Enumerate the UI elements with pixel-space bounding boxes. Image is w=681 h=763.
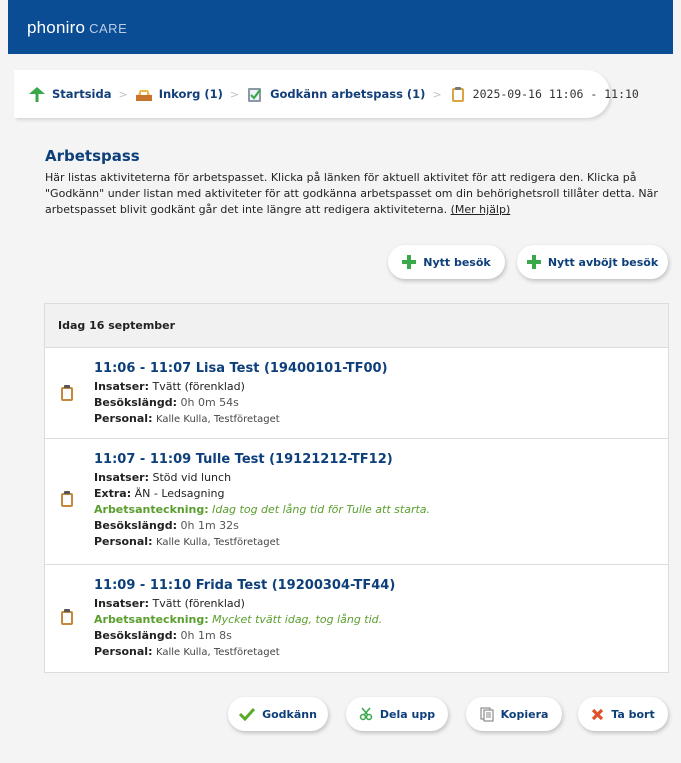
note-label: Arbetsanteckning: xyxy=(94,503,209,516)
length-value: 0h 0m 54s xyxy=(180,396,239,409)
personal-label: Personal: xyxy=(94,535,153,548)
brand-logo[interactable]: phoniro CARE xyxy=(27,18,127,38)
insatser-value: Tvätt (förenklad) xyxy=(152,597,245,610)
breadcrumb-label: Startsida xyxy=(52,87,112,101)
personal-label: Personal: xyxy=(94,412,153,425)
plus-icon xyxy=(402,255,417,269)
insatser-row: Insatser: Tvätt (förenklad) xyxy=(94,596,668,612)
activity-item: 11:06 - 11:07 Lisa Test (19400101-TF00) … xyxy=(45,348,668,439)
approve-button[interactable]: Godkänn xyxy=(228,697,328,731)
approve-label: Godkänn xyxy=(262,707,317,721)
clipboard-icon xyxy=(60,609,74,629)
breadcrumb-separator: > xyxy=(118,87,128,101)
delete-button[interactable]: Ta bort xyxy=(578,697,668,731)
copy-label: Kopiera xyxy=(500,707,549,721)
extra-label: Extra: xyxy=(94,487,132,500)
length-value: 0h 1m 8s xyxy=(180,629,232,642)
insatser-value: Stöd vid lunch xyxy=(152,471,232,484)
length-row: Besökslängd: 0h 1m 8s xyxy=(94,628,668,644)
clipboard-icon xyxy=(449,86,467,103)
breadcrumb-label: Inkorg (1) xyxy=(158,87,223,101)
day-header: Idag 16 september xyxy=(45,304,668,348)
new-visit-button[interactable]: Nytt besök xyxy=(388,245,505,279)
personal-row: Personal: Kalle Kulla, Testföretaget xyxy=(94,411,668,428)
clipboard-icon xyxy=(60,385,74,405)
plus-icon xyxy=(526,255,541,269)
extra-value: ÄN - Ledsagning xyxy=(134,487,225,500)
insatser-row: Insatser: Tvätt (förenklad) xyxy=(94,379,668,395)
approve-shift-icon xyxy=(246,86,264,103)
new-declined-visit-label: Nytt avböjt besök xyxy=(547,255,659,269)
insatser-label: Insatser: xyxy=(94,471,149,484)
activity-title-link[interactable]: 11:09 - 11:10 Frida Test (19200304-TF44) xyxy=(94,578,668,593)
length-row: Besökslängd: 0h 0m 54s xyxy=(94,395,668,411)
breadcrumb-godkann-arbetspass[interactable]: Godkänn arbetspass (1) xyxy=(246,86,425,103)
personal-row: Personal: Kalle Kulla, Testföretaget xyxy=(94,534,668,551)
brand-name: phoniro xyxy=(27,18,86,37)
personal-value: Kalle Kulla, Testföretaget xyxy=(155,537,280,548)
note-row: Arbetsanteckning: Idag tog det lång tid … xyxy=(94,502,668,518)
breadcrumb-separator: > xyxy=(229,87,240,101)
home-icon xyxy=(28,86,46,103)
length-label: Besökslängd: xyxy=(94,629,177,642)
breadcrumb-separator: > xyxy=(432,87,442,101)
delete-label: Ta bort xyxy=(611,707,655,721)
insatser-label: Insatser: xyxy=(94,380,149,393)
checkmark-icon xyxy=(239,707,256,721)
note-value: Idag tog det lång tid för Tulle att star… xyxy=(212,503,431,516)
length-label: Besökslängd: xyxy=(94,396,177,409)
activity-list: Idag 16 september 11:06 - 11:07 Lisa Tes… xyxy=(44,303,669,673)
copy-icon xyxy=(480,707,494,721)
clipboard-icon xyxy=(60,491,74,511)
split-label: Dela upp xyxy=(379,707,436,721)
personal-value: Kalle Kulla, Testföretaget xyxy=(155,647,280,658)
length-value: 0h 1m 32s xyxy=(180,519,239,532)
split-button[interactable]: Dela upp xyxy=(346,697,448,731)
new-declined-visit-button[interactable]: Nytt avböjt besök xyxy=(517,245,668,279)
intro-text: Här listas aktiviteterna för arbetspasse… xyxy=(45,171,658,216)
breadcrumb: Startsida > Inkorg (1) > Godkänn arbetsp… xyxy=(14,70,639,118)
page-title: Arbetspass xyxy=(45,147,140,165)
personal-value: Kalle Kulla, Testföretaget xyxy=(155,414,280,425)
brand-suffix: CARE xyxy=(89,21,128,36)
copy-button[interactable]: Kopiera xyxy=(466,697,562,731)
personal-row: Personal: Kalle Kulla, Testföretaget xyxy=(94,644,668,661)
insatser-row: Insatser: Stöd vid lunch xyxy=(94,470,668,486)
length-label: Besökslängd: xyxy=(94,519,177,532)
breadcrumb-label: Godkänn arbetspass (1) xyxy=(270,87,426,101)
activity-item: 11:09 - 11:10 Frida Test (19200304-TF44)… xyxy=(45,565,668,672)
extra-row: Extra: ÄN - Ledsagning xyxy=(94,486,668,502)
note-label: Arbetsanteckning: xyxy=(94,613,209,626)
note-row: Arbetsanteckning: Mycket tvätt idag, tog… xyxy=(94,612,668,628)
breadcrumb-startsida[interactable]: Startsida xyxy=(28,86,112,103)
activity-title-link[interactable]: 11:06 - 11:07 Lisa Test (19400101-TF00) xyxy=(94,361,668,376)
activity-title-link[interactable]: 11:07 - 11:09 Tulle Test (19121212-TF12) xyxy=(94,452,668,467)
personal-label: Personal: xyxy=(94,645,153,658)
length-row: Besökslängd: 0h 1m 32s xyxy=(94,518,668,534)
new-visit-label: Nytt besök xyxy=(423,255,491,269)
breadcrumb-inkorg[interactable]: Inkorg (1) xyxy=(135,86,223,103)
activity-item: 11:07 - 11:09 Tulle Test (19121212-TF12)… xyxy=(45,439,668,565)
breadcrumb-current-shift: 2025-09-16 11:06 - 11:10 xyxy=(449,86,639,103)
insatser-value: Tvätt (förenklad) xyxy=(152,380,245,393)
top-bar: phoniro CARE xyxy=(8,0,673,54)
inbox-icon xyxy=(135,86,153,103)
scissors-icon xyxy=(359,707,373,721)
breadcrumb-label: 2025-09-16 11:06 - 11:10 xyxy=(472,87,639,101)
insatser-label: Insatser: xyxy=(94,597,149,610)
help-link[interactable]: (Mer hjälp) xyxy=(451,203,511,216)
delete-x-icon xyxy=(592,708,604,720)
note-value: Mycket tvätt idag, tog lång tid. xyxy=(212,613,383,626)
page-intro: Här listas aktiviteterna för arbetspasse… xyxy=(45,170,669,218)
